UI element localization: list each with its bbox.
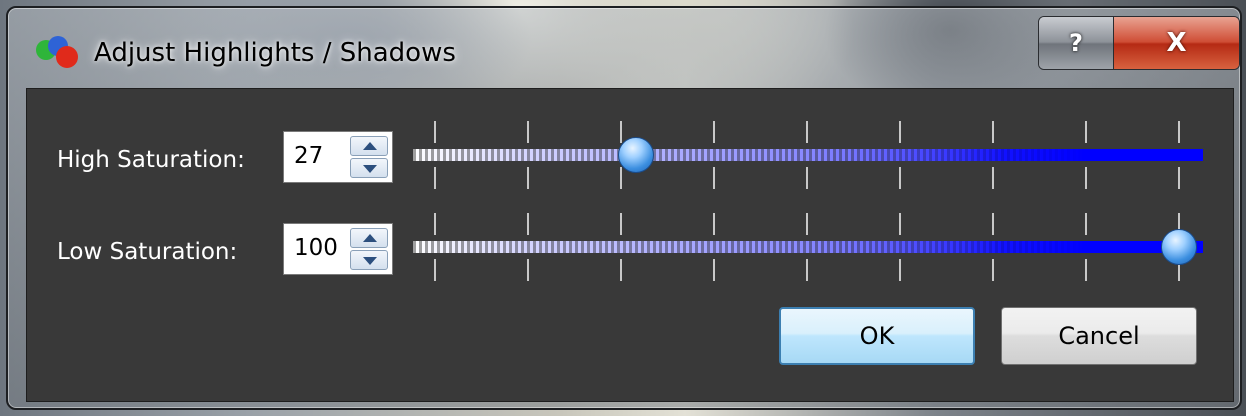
slider-tick	[434, 213, 436, 235]
low-saturation-slider[interactable]	[413, 207, 1203, 289]
slider-tick	[806, 121, 808, 143]
low-saturation-increment-button[interactable]	[350, 228, 388, 248]
low-saturation-decrement-button[interactable]	[350, 250, 388, 270]
high-saturation-slider[interactable]	[413, 115, 1203, 197]
high-saturation-label: High Saturation:	[57, 147, 245, 173]
slider-tick	[992, 167, 994, 189]
slider-tick	[434, 167, 436, 189]
close-button[interactable]: X	[1114, 17, 1239, 69]
slider-tick	[713, 213, 715, 235]
question-mark-icon: ?	[1069, 29, 1083, 57]
slider-tick	[620, 167, 622, 189]
slider-tick	[992, 121, 994, 143]
high-saturation-spinbox[interactable]: 27	[283, 131, 393, 183]
slider-tick	[527, 121, 529, 143]
slider-tick	[899, 213, 901, 235]
slider-tick	[992, 259, 994, 281]
slider-handle[interactable]	[1161, 229, 1197, 265]
low-saturation-value[interactable]: 100	[294, 235, 338, 261]
slider-tick	[713, 167, 715, 189]
low-saturation-spinbox[interactable]: 100	[283, 223, 393, 275]
slider-groove[interactable]	[413, 149, 1203, 161]
slider-tick	[1085, 121, 1087, 143]
slider-tick	[713, 259, 715, 281]
slider-tick	[527, 167, 529, 189]
help-button[interactable]: ?	[1039, 17, 1114, 69]
slider-groove[interactable]	[413, 241, 1203, 253]
color-circles-icon	[36, 36, 82, 72]
slider-tick	[992, 213, 994, 235]
slider-tick	[434, 259, 436, 281]
slider-tick	[434, 121, 436, 143]
slider-tick	[620, 121, 622, 143]
slider-tick	[1178, 167, 1180, 189]
slider-tick	[527, 213, 529, 235]
slider-tick	[806, 259, 808, 281]
slider-tick	[620, 259, 622, 281]
slider-tick	[1178, 121, 1180, 143]
slider-tick	[1085, 167, 1087, 189]
high-saturation-decrement-button[interactable]	[350, 158, 388, 178]
slider-tick	[1085, 259, 1087, 281]
slider-handle[interactable]	[617, 137, 654, 173]
slider-tick	[806, 213, 808, 235]
slider-tick	[527, 259, 529, 281]
slider-tick	[899, 167, 901, 189]
window-title: Adjust Highlights / Shadows	[94, 38, 456, 68]
ok-button[interactable]: OK	[779, 307, 975, 365]
high-saturation-value[interactable]: 27	[294, 143, 323, 169]
low-saturation-label: Low Saturation:	[57, 239, 238, 265]
slider-tick	[806, 167, 808, 189]
caption-buttons: ? X	[1038, 16, 1240, 70]
title-bar[interactable]: Adjust Highlights / Shadows ? X	[8, 8, 1240, 88]
slider-tick	[899, 121, 901, 143]
slider-tick	[1085, 213, 1087, 235]
slider-tick	[620, 213, 622, 235]
slider-tick	[899, 259, 901, 281]
high-saturation-increment-button[interactable]	[350, 136, 388, 156]
slider-tick	[713, 121, 715, 143]
cancel-button[interactable]: Cancel	[1001, 307, 1197, 365]
dialog-content: High Saturation: 27 Low Saturation: 100 …	[26, 88, 1234, 402]
close-icon: X	[1166, 28, 1187, 58]
